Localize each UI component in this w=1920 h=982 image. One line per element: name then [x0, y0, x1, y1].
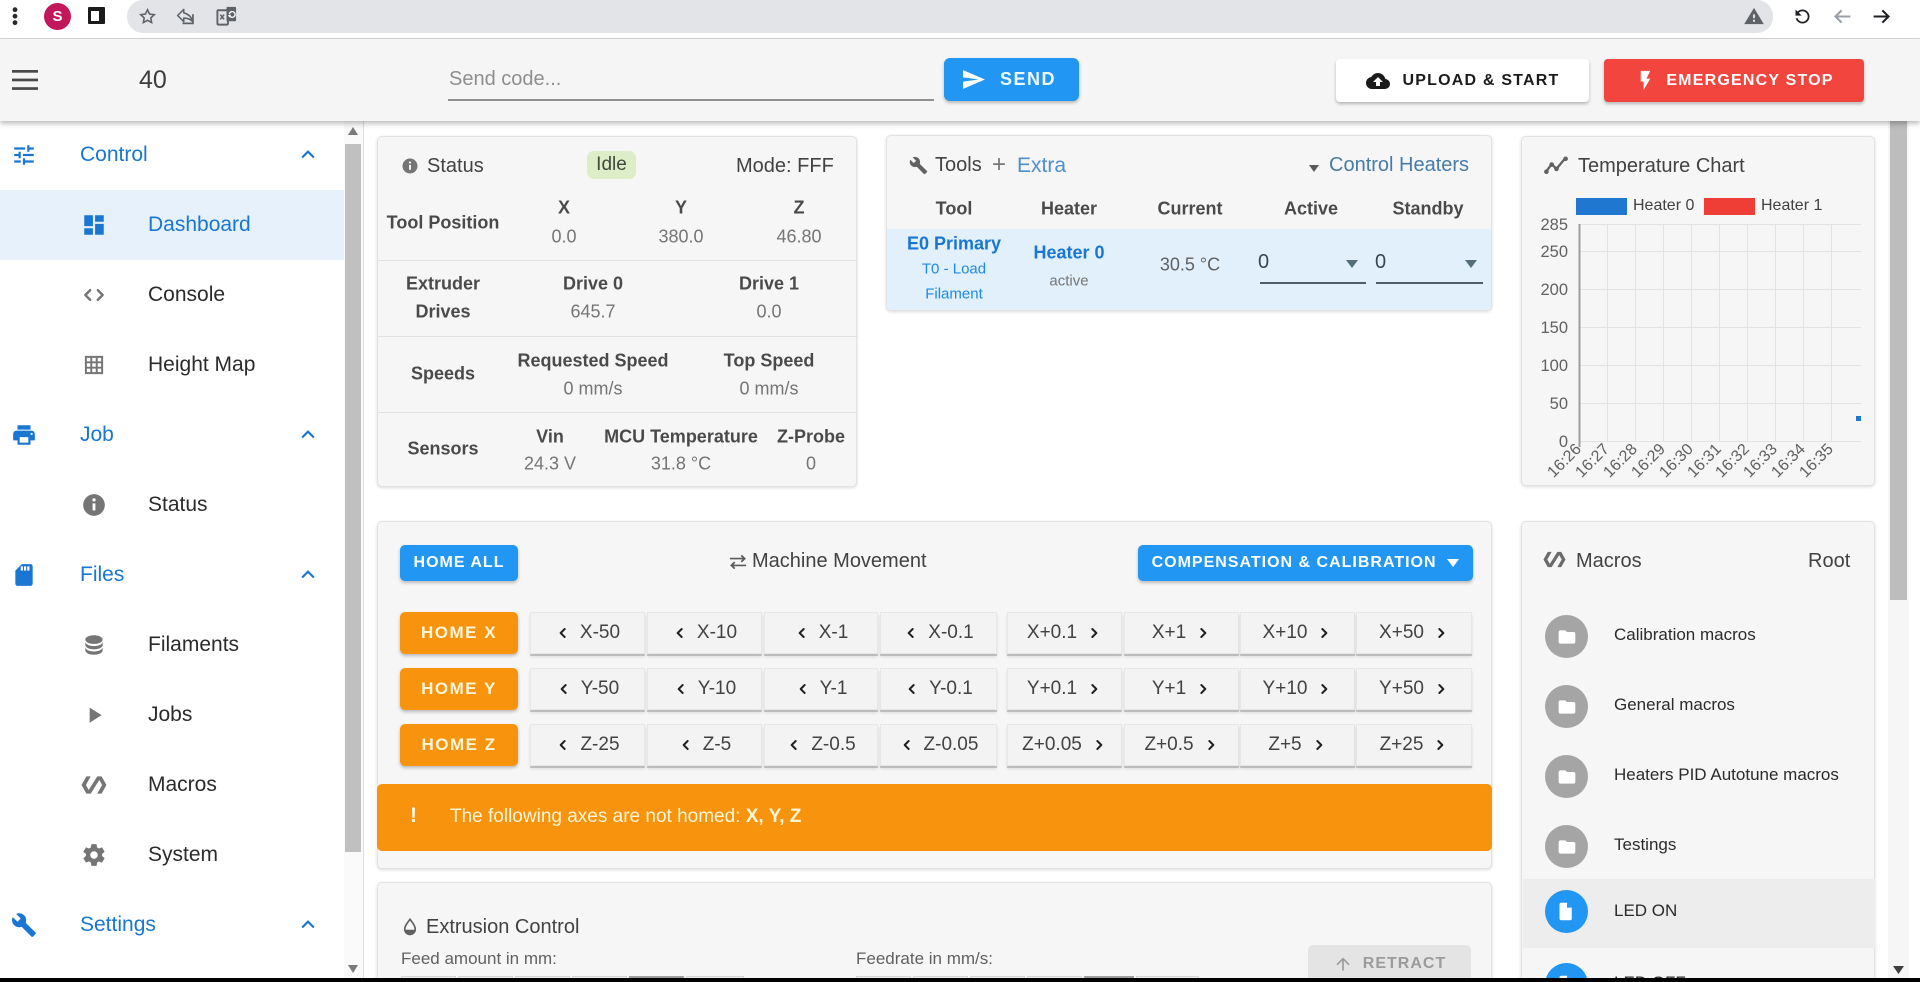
- svg-text:150: 150: [1540, 319, 1568, 337]
- svg-text:285: 285: [1540, 217, 1568, 234]
- svg-text:100: 100: [1540, 357, 1568, 375]
- svg-text:200: 200: [1540, 281, 1568, 299]
- svg-text:50: 50: [1550, 395, 1568, 413]
- svg-text:250: 250: [1540, 243, 1568, 261]
